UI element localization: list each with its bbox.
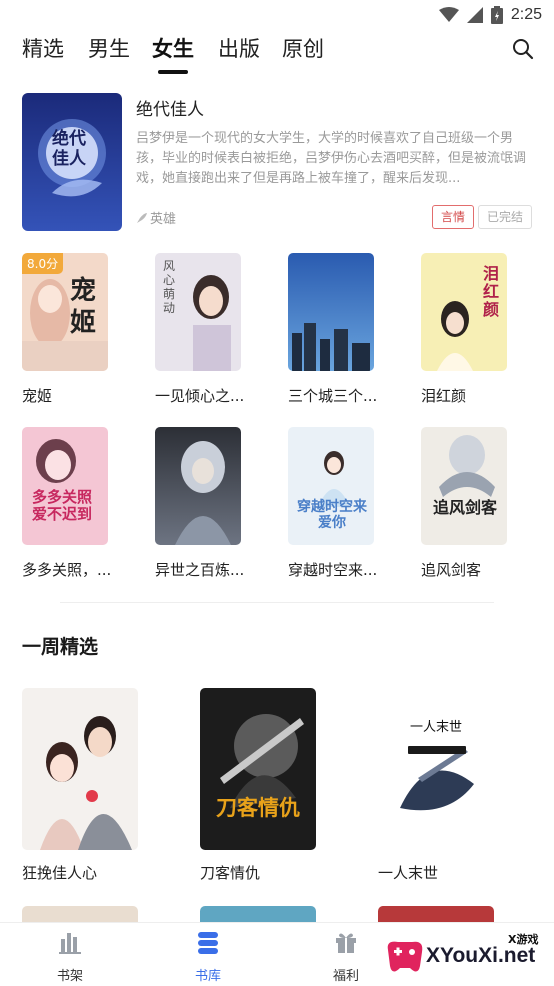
featured-author: 英雄 [136,208,176,227]
weekly-book-item[interactable]: 刀客情仇 刀客情仇 [200,688,318,883]
weekly-book-title[interactable]: 狂挽佳人心 [22,862,140,883]
status-time: 2:25 [510,6,542,23]
book-item[interactable]: 宠姬 8.0分 宠姬 [22,253,122,406]
book-title[interactable]: 穿越时空来... [288,559,388,580]
book-cover-text: 穿越时空来爱你 [297,499,367,531]
tag-status: 已完结 [478,205,533,229]
book-item[interactable]: 三个城三个... [288,253,388,406]
weekly-book-cover[interactable] [22,688,138,850]
weekly-book-title[interactable]: 一人末世 [378,862,496,883]
book-cover[interactable]: 穿越时空来爱你 [288,427,374,545]
featured-description: 吕梦伊是一个现代的女大学生，大学的时候喜欢了自己班级一个男孩，毕业的时候表白被拒… [136,131,527,186]
book-title[interactable]: 多多关照，... [22,559,122,580]
bookshelf-icon [59,933,81,954]
nav-bookshelf[interactable]: 书架 [30,929,110,984]
score-badge: 8.0分 [22,253,64,274]
gamepad-logo-icon [387,941,423,972]
weekly-book-cover[interactable]: 一人末世 [378,688,494,850]
tab-publish[interactable]: 出版 [218,34,260,64]
weekly-book-item[interactable]: 狂挽佳人心 [22,688,140,883]
book-item[interactable]: 追风剑客 追风剑客 [421,427,521,580]
active-tab-indicator [158,70,188,74]
watermark-small: X游戏 [508,933,539,946]
book-title[interactable]: 一见倾心之... [155,385,255,406]
nav-welfare[interactable]: 福利 [306,929,386,984]
book-title[interactable]: 宠姬 [22,385,122,406]
weekly-book-cover-text: 一人末世 [409,720,462,735]
book-cover[interactable] [155,427,241,545]
weekly-book-title[interactable]: 刀客情仇 [200,862,318,883]
featured-title[interactable]: 绝代佳人 [136,95,204,120]
tab-jingxuan[interactable]: 精选 [22,34,64,64]
featured-book[interactable]: 绝代佳人 绝代佳人 吕梦伊是一个现代的女大学生，大学的时候喜欢了自己班级一个男孩… [22,93,534,233]
book-item[interactable]: 穿越时空来爱你 穿越时空来... [288,427,388,580]
weekly-book-cover[interactable]: 刀客情仇 [200,688,316,850]
featured-author-name: 英雄 [150,212,177,227]
tag-genre: 言情 [432,205,475,229]
nav-label: 福利 [332,969,359,984]
book-title[interactable]: 追风剑客 [421,559,521,580]
book-item[interactable]: 泪红颜 泪红颜 [421,253,521,406]
tab-girls[interactable]: 女生 [152,34,194,64]
book-title[interactable]: 异世之百炼... [155,559,255,580]
book-cover[interactable]: 风心萌动 [155,253,241,371]
weekly-book-cover-text: 刀客情仇 [216,796,300,820]
battery-icon [490,6,503,24]
book-cover[interactable]: 追风剑客 [421,427,507,545]
section-divider [60,602,494,603]
book-cover-text: 追风剑客 [432,498,497,517]
nav-label: 书架 [56,969,83,984]
book-cover[interactable]: 泪红颜 [421,253,507,371]
section-title: 一周精选 [22,636,99,658]
quill-icon [137,212,147,223]
nav-label: 书库 [194,969,221,984]
search-icon[interactable] [512,38,534,60]
wifi-icon [438,7,459,22]
top-tab-bar: 精选 男生 女生 出版 原创 [0,34,554,78]
gift-icon [336,933,356,953]
book-item[interactable]: 风心萌动 一见倾心之... [155,253,255,406]
book-item[interactable]: 异世之百炼... [155,427,255,580]
featured-cover[interactable]: 绝代佳人 [22,93,122,231]
tab-original[interactable]: 原创 [282,34,324,64]
status-bar: 2:25 [0,0,554,30]
book-cover-text: 多多关照 爱不迟到 [32,488,93,523]
book-cover-text: 宠姬 [70,276,97,338]
book-title[interactable]: 三个城三个... [288,385,388,406]
book-cover[interactable]: 多多关照 爱不迟到 [22,427,108,545]
book-item[interactable]: 多多关照 爱不迟到 多多关照，... [22,427,122,580]
featured-cover-title: 绝代佳人 [52,129,86,169]
watermark-text: XYouXi.net [426,944,536,967]
nav-library[interactable]: 书库 [168,929,248,984]
book-cover-text: 泪红颜 [483,264,500,319]
watermark-logo: XYouXi.net X游戏 [380,930,550,982]
book-cover-text: 风心萌动 [163,259,176,315]
book-title[interactable]: 泪红颜 [421,385,521,406]
tab-boys[interactable]: 男生 [88,34,130,64]
weekly-book-item[interactable]: 一人末世 一人末世 [378,688,496,883]
book-cover[interactable] [288,253,374,371]
library-icon [198,932,218,954]
signal-icon [466,7,483,23]
book-cover[interactable]: 宠姬 8.0分 [22,253,108,371]
